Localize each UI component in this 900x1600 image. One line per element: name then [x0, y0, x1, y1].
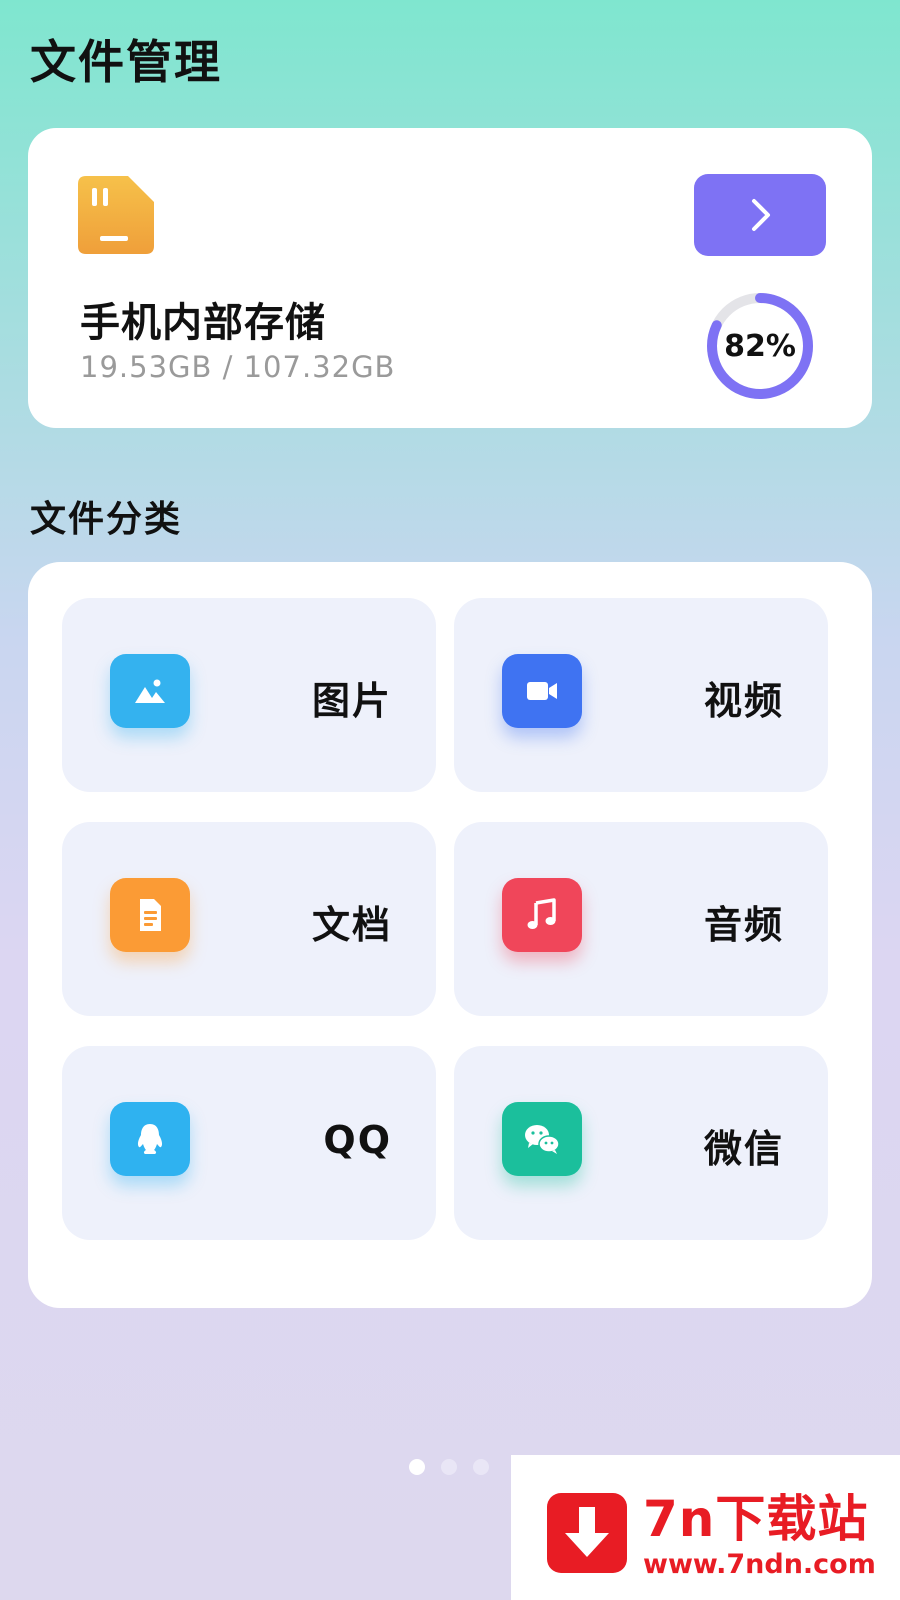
category-tile-audio[interactable]: 音频 [454, 822, 828, 1016]
chevron-right-icon [752, 199, 770, 231]
page-dot[interactable] [441, 1459, 457, 1475]
category-tile-images[interactable]: 图片 [62, 598, 436, 792]
storage-card[interactable]: 手机内部存储 19.53GB / 107.32GB 82% [28, 128, 872, 428]
category-tile-documents[interactable]: 文档 [62, 822, 436, 1016]
storage-name: 手机内部存储 [80, 300, 326, 346]
storage-size: 19.53GB / 107.32GB [80, 350, 396, 384]
category-label: 图片 [311, 679, 392, 723]
category-label: 微信 [703, 1127, 784, 1171]
page-title: 文件管理 [30, 35, 222, 89]
qq-penguin-icon [110, 1102, 190, 1176]
video-camera-icon [502, 654, 582, 728]
category-label: 音频 [703, 903, 784, 947]
section-title: 文件分类 [30, 499, 183, 540]
sd-card-icon [78, 176, 154, 254]
page-dot[interactable] [409, 1459, 425, 1475]
category-panel: 图片 视频 文档 音频 QQ 微信 [28, 562, 872, 1308]
music-note-icon [502, 878, 582, 952]
category-label: 视频 [703, 679, 784, 723]
storage-percent: 82% [724, 328, 796, 364]
wechat-icon [502, 1102, 582, 1176]
page-indicator [409, 1459, 489, 1475]
site-watermark: 7n下载站 www.7ndn.com [511, 1455, 900, 1600]
image-icon [110, 654, 190, 728]
watermark-title: 7n下载站 [643, 1490, 869, 1548]
download-arrow-icon [547, 1493, 627, 1573]
page-dot[interactable] [473, 1459, 489, 1475]
watermark-url: www.7ndn.com [643, 1549, 876, 1580]
category-label: QQ [323, 1118, 392, 1162]
category-tile-videos[interactable]: 视频 [454, 598, 828, 792]
document-icon [110, 878, 190, 952]
open-storage-button[interactable] [694, 174, 826, 256]
category-tile-qq[interactable]: QQ [62, 1046, 436, 1240]
category-tile-wechat[interactable]: 微信 [454, 1046, 828, 1240]
category-label: 文档 [311, 903, 392, 947]
